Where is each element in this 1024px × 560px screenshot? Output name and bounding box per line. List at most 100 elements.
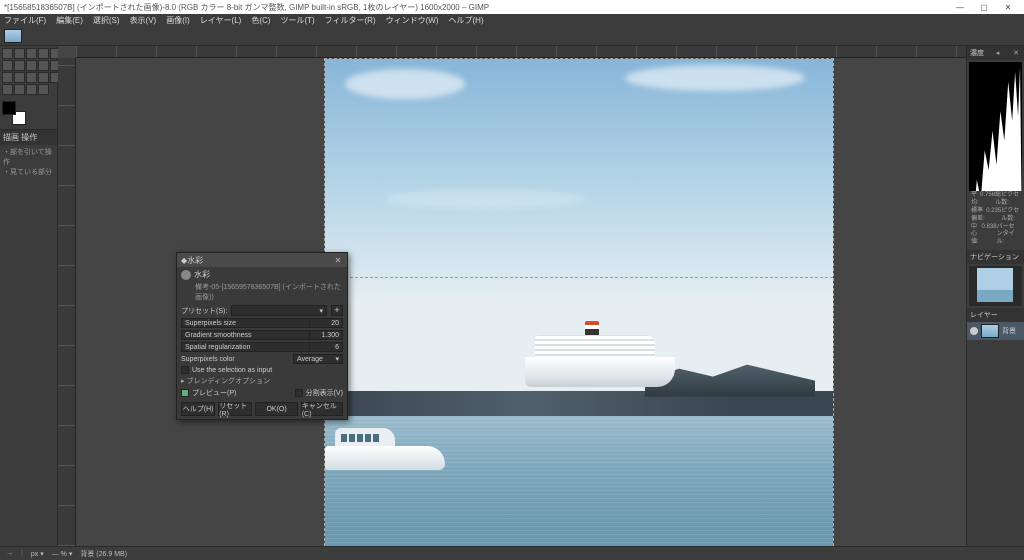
image-tab-strip (0, 26, 1024, 46)
tool-fuzzy-select-icon[interactable] (38, 48, 49, 59)
ok-button[interactable]: OK(O) (255, 402, 297, 416)
menu-tools[interactable]: ツール(T) (280, 15, 314, 26)
fg-color-swatch[interactable] (2, 101, 16, 115)
layers-tab[interactable]: レイヤー (970, 310, 998, 320)
tool-warp-icon[interactable] (14, 60, 25, 71)
chevron-down-icon: ▾ (335, 355, 339, 363)
histogram-tab[interactable]: 濃度 (970, 48, 984, 58)
menubar: ファイル(F) 編集(E) 選択(S) 表示(V) 画像(I) レイヤー(L) … (0, 14, 1024, 26)
ruler-horizontal[interactable] (76, 46, 966, 58)
layer-visibility-icon[interactable] (970, 327, 978, 335)
right-panel: 濃度 ◂ ✕ 平均:0.758総ピクセル数: 標準偏差:0.235ピクセル数: … (966, 46, 1024, 546)
canvas-guide[interactable] (325, 277, 833, 278)
dialog-meta: 備考-05-[1565957836507B] (インポートされた画像)) (177, 282, 347, 304)
preset-label: プリセット(S): (181, 306, 227, 316)
use-selection-checkbox[interactable] (181, 366, 189, 374)
panel-close-icon[interactable]: ✕ (1011, 49, 1021, 57)
filter-dialog: ◆ 水彩 ✕ 水彩 備考-05-[1565957836507B] (インポートさ… (176, 252, 348, 420)
chevron-down-icon: ▾ (69, 551, 73, 558)
param-superpixels-color-select[interactable]: Average ▾ (293, 354, 343, 364)
left-panel: 描画 操作 ・部を引いて操作 ・見ている部分 (0, 46, 58, 546)
tool-eraser-icon[interactable] (14, 72, 25, 83)
layer-row[interactable]: 背景 (967, 322, 1024, 340)
split-checkbox[interactable] (295, 389, 303, 397)
help-button[interactable]: ヘルプ(H) (181, 402, 215, 416)
tool-rect-select-icon[interactable] (14, 48, 25, 59)
tool-options-line1: ・部を引いて操作 (3, 147, 54, 167)
param-gradient-smoothness-label[interactable]: Gradient smoothness (181, 330, 309, 340)
blending-expander[interactable]: ▸ ブレンディングオプション (177, 375, 347, 387)
status-unit-select[interactable]: px ▾ (31, 550, 44, 558)
menu-edit[interactable]: 編集(E) (56, 15, 83, 26)
menu-colors[interactable]: 色(C) (251, 15, 270, 26)
dialog-close-button[interactable]: ✕ (333, 256, 343, 265)
tool-bucket-icon[interactable] (26, 60, 37, 71)
cancel-button[interactable]: キャンセル(C) (301, 402, 343, 416)
tool-zoom-icon[interactable] (38, 84, 49, 95)
status-info: 背景 (26.9 MB) (80, 549, 127, 559)
layers-panel: 背景 (967, 322, 1024, 546)
preset-add-button[interactable]: + (331, 305, 343, 316)
panel-menu-icon[interactable]: ◂ (993, 49, 1003, 57)
status-zoom-select[interactable]: — % ▾ (52, 550, 73, 558)
menu-image[interactable]: 画像(I) (166, 15, 190, 26)
window-titlebar: *[1565851836507B] (インポートされた画像)-8.0 (RGB … (0, 0, 1024, 14)
fg-bg-color[interactable] (2, 101, 26, 125)
menu-filters[interactable]: フィルター(R) (325, 15, 376, 26)
menu-file[interactable]: ファイル(F) (4, 15, 46, 26)
ruler-vertical[interactable] (58, 58, 76, 546)
tool-picker-icon[interactable] (14, 84, 25, 95)
menu-view[interactable]: 表示(V) (130, 15, 157, 26)
dialog-title: 水彩 (187, 255, 203, 266)
param-gradient-smoothness-value[interactable]: 1.300 (309, 330, 343, 340)
use-selection-label: Use the selection as input (192, 367, 272, 374)
tool-options-body: ・部を引いて操作 ・見ている部分 (0, 145, 57, 179)
tool-clone-icon[interactable] (26, 72, 37, 83)
menu-select[interactable]: 選択(S) (93, 15, 120, 26)
preview-checkbox[interactable] (181, 389, 189, 397)
tool-brush-icon[interactable] (2, 72, 13, 83)
canvas-area: ◆ 水彩 ✕ 水彩 備考-05-[1565957836507B] (インポートさ… (58, 46, 966, 546)
tool-transform-icon[interactable] (2, 60, 13, 71)
histogram-canvas[interactable] (969, 62, 1022, 191)
navigation-panel[interactable] (969, 266, 1022, 306)
image-cruise-ship (525, 317, 675, 397)
image-tab-thumb[interactable] (4, 29, 22, 43)
tool-text-icon[interactable] (2, 84, 13, 95)
tool-move-icon[interactable] (2, 48, 13, 59)
histogram-stats: 平均:0.758総ピクセル数: 標準偏差:0.235ピクセル数: 中心値:0.8… (969, 191, 1022, 248)
param-superpixels-size-value[interactable]: 20 (309, 318, 343, 328)
histogram-panel: 平均:0.758総ピクセル数: 標準偏差:0.235ピクセル数: 中心値:0.8… (967, 60, 1024, 250)
layer-name[interactable]: 背景 (1002, 326, 1016, 336)
layer-thumb[interactable] (981, 324, 999, 338)
close-button[interactable]: ✕ (996, 3, 1020, 12)
status-coords: → (6, 550, 13, 557)
menu-windows[interactable]: ウィンドウ(W) (386, 15, 439, 26)
tool-gradient-icon[interactable] (38, 60, 49, 71)
tool-smudge-icon[interactable] (38, 72, 49, 83)
toolbox (0, 46, 57, 97)
param-superpixels-size-label[interactable]: Superpixels size (181, 318, 309, 328)
image-foreground-boat (325, 416, 445, 476)
param-superpixels-color-value: Average (297, 356, 323, 363)
canvas-image[interactable] (324, 58, 834, 546)
param-superpixels-color-label: Superpixels color (181, 356, 235, 363)
tool-free-select-icon[interactable] (26, 48, 37, 59)
preview-label: プレビュー(P) (192, 388, 236, 398)
navigation-thumb[interactable] (977, 268, 1013, 302)
maximize-button[interactable]: ▢ (972, 3, 996, 12)
param-spatial-regularization-label[interactable]: Spatial regularization (181, 342, 309, 352)
minimize-button[interactable]: — (948, 3, 972, 12)
tool-measure-icon[interactable] (26, 84, 37, 95)
navigation-tab[interactable]: ナビゲーション (970, 252, 1019, 262)
dialog-heading: 水彩 (194, 269, 210, 280)
reset-button[interactable]: リセット(R) (218, 402, 252, 416)
statusbar: → | px ▾ — % ▾ 背景 (26.9 MB) (0, 546, 1024, 560)
tool-options-title: 描画 操作 (0, 129, 57, 145)
preset-select[interactable]: ▾ (231, 305, 327, 316)
menu-help[interactable]: ヘルプ(H) (449, 15, 484, 26)
dialog-titlebar[interactable]: ◆ 水彩 ✕ (177, 253, 347, 267)
param-spatial-regularization-value[interactable]: 6 (309, 342, 343, 352)
menu-layer[interactable]: レイヤー(L) (200, 15, 242, 26)
window-title: *[1565851836507B] (インポートされた画像)-8.0 (RGB … (4, 2, 489, 13)
